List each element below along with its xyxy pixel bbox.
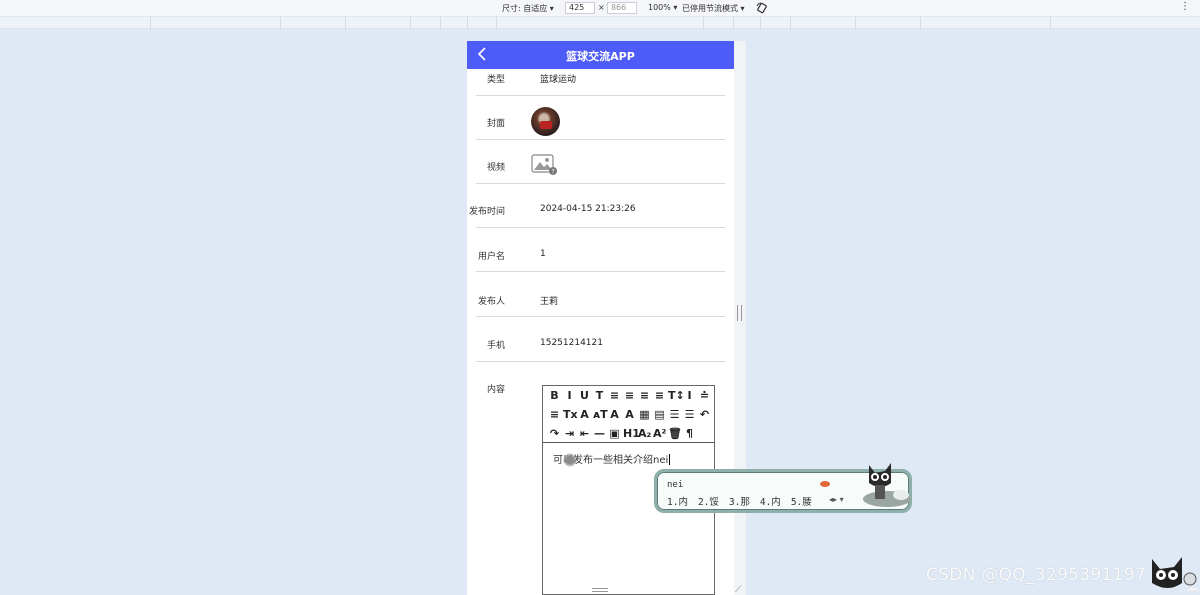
toolbar-button[interactable]: A	[608, 407, 621, 423]
app-title: 篮球交流APP	[566, 50, 635, 63]
field-value: 1	[540, 249, 546, 259]
ime-status-icon	[820, 481, 830, 487]
throttle-label: 已停用节流模式	[682, 4, 738, 13]
ime-candidates: 1.内 2.馁 3.那 4.内 5.腇	[667, 494, 812, 508]
dimension-dropdown[interactable]: 尺寸: 自适应 ▾	[502, 3, 554, 14]
dimension-label: 尺寸: 自适应	[502, 4, 548, 13]
corner-mascot-icon	[1152, 557, 1200, 591]
ime-candidate[interactable]: 1.内	[667, 494, 688, 508]
toolbar-row: ↷ ⇥ ⇤ — ▣ H1 A₂ A² 🗑 ¶	[548, 426, 696, 442]
field-value: 2024-04-15 21:23:26	[540, 204, 636, 214]
field-row-username: 用户名 1	[476, 228, 725, 272]
field-label: 用户名	[477, 252, 505, 262]
field-label: 封面	[486, 119, 505, 129]
side-resize-grip[interactable]	[737, 305, 742, 321]
zoom-dropdown[interactable]: 100% ▾	[648, 3, 677, 12]
ime-candidate[interactable]: 3.那	[729, 494, 750, 508]
text-caret	[669, 454, 671, 465]
throttle-dropdown[interactable]: 已停用节流模式 ▾	[682, 3, 745, 14]
ime-candidate[interactable]: 4.内	[760, 494, 781, 508]
field-row-type: 类型 篮球运动	[476, 69, 725, 96]
toolbar-row: ≡ Tx AᴀT A A ▦ ▤ ☰ ☰ ↶	[548, 407, 711, 423]
toolbar-button[interactable]: ≡	[623, 388, 636, 404]
toolbar-button[interactable]: ⇤	[578, 426, 591, 442]
width-input[interactable]: 425	[565, 2, 595, 14]
corner-resize-icon[interactable]: ⟋	[735, 585, 741, 595]
toolbar-button[interactable]: I	[683, 388, 696, 404]
toolbar-button[interactable]: 🗑	[668, 426, 682, 442]
field-label: 视频	[486, 163, 505, 173]
svg-text:?: ?	[552, 169, 555, 176]
toolbar-button[interactable]: ▣	[608, 426, 621, 442]
field-label: 手机	[486, 341, 505, 351]
ime-candidate[interactable]: 5.腇	[791, 494, 812, 508]
ime-page-arrows-icon[interactable]: ◂▸ ▾	[829, 495, 844, 504]
field-row-cover: 封面	[476, 96, 725, 140]
toolbar-button[interactable]: ↶	[698, 407, 711, 423]
toolbar-button[interactable]: ≐	[698, 388, 711, 404]
toolbar-button[interactable]: U	[578, 388, 591, 404]
bottom-resize-handle[interactable]	[592, 588, 608, 592]
field-row-publisher: 发布人 王莉	[476, 272, 725, 317]
rotate-icon[interactable]	[756, 2, 768, 14]
toolbar-button[interactable]: ¶	[683, 426, 696, 442]
field-value: 篮球运动	[540, 75, 577, 85]
toolbar-button[interactable]: ≡	[638, 388, 651, 404]
media-query-ruler	[0, 17, 1200, 29]
field-label: 发布人	[477, 297, 505, 307]
toolbar-button[interactable]: ☰	[668, 407, 681, 423]
field-row-video: 视频 ?	[476, 140, 725, 184]
toolbar-row: B I U T ≡ ≡ ≡ ≡ T↕ I ≐	[548, 388, 711, 404]
toolbar-button[interactable]: ≡	[653, 388, 666, 404]
toolbar-button[interactable]: ▤	[653, 407, 666, 423]
toolbar-button[interactable]: H1	[623, 426, 640, 442]
devtools-toolbar: 尺寸: 自适应 ▾ 425 × 866 100% ▾ 已停用节流模式 ▾ ⋮	[0, 0, 1200, 17]
field-label: 内容	[486, 385, 505, 395]
cover-image[interactable]	[531, 107, 560, 136]
toolbar-button[interactable]: I	[563, 388, 576, 404]
more-options-icon[interactable]: ⋮	[1180, 1, 1190, 12]
toolbar-button[interactable]: ↷	[548, 426, 561, 442]
times-sign: ×	[598, 3, 605, 12]
field-value: 15251214121	[540, 338, 603, 348]
csdn-watermark: CSDN @QQ_3295391197	[926, 565, 1146, 585]
toolbar-button[interactable]: —	[593, 426, 606, 442]
toolbar-button[interactable]: ⇥	[563, 426, 576, 442]
toolbar-button[interactable]: ≡	[608, 388, 621, 404]
app-header: 篮球交流APP	[467, 41, 734, 69]
field-value: 王莉	[540, 297, 559, 307]
toolbar-button[interactable]: T↕	[668, 388, 685, 404]
ime-candidate[interactable]: 2.馁	[698, 494, 719, 508]
toolbar-button[interactable]: A	[578, 407, 591, 423]
toolbar-button[interactable]: A₂	[638, 426, 651, 442]
ime-mascot-icon	[863, 463, 911, 507]
height-input[interactable]: 866	[607, 2, 637, 14]
toolbar-button[interactable]: ☰	[683, 407, 696, 423]
mouse-cursor	[563, 453, 577, 467]
toolbar-button[interactable]: ᴀT	[593, 407, 608, 423]
toolbar-button[interactable]: ≡	[548, 407, 561, 423]
field-label: 发布时间	[468, 207, 505, 217]
toolbar-button[interactable]: Tx	[563, 407, 578, 423]
image-placeholder-icon[interactable]: ?	[531, 152, 559, 176]
field-row-phone: 手机 15251214121	[476, 317, 725, 362]
toolbar-button[interactable]: A²	[653, 426, 666, 442]
toolbar-button[interactable]: T	[593, 388, 606, 404]
ime-composition: nei	[667, 480, 684, 490]
field-row-publish-time: 发布时间 2024-04-15 21:23:26	[469, 184, 725, 228]
editor-toolbar: B I U T ≡ ≡ ≡ ≡ T↕ I ≐ ≡ Tx AᴀT A A ▦ ▤ ☰ ☰ ↶ ↷ ⇥ ⇤ — ▣ H1 A₂ A² 🗑 ¶	[543, 386, 714, 443]
zoom-label: 100%	[648, 3, 671, 12]
toolbar-button[interactable]: A	[623, 407, 636, 423]
toolbar-button[interactable]: B	[548, 388, 561, 404]
ime-candidate-window: nei 1.内 2.馁 3.那 4.内 5.腇 ◂▸ ▾	[654, 463, 912, 513]
field-label: 类型	[486, 75, 505, 85]
toolbar-button[interactable]: ▦	[638, 407, 651, 423]
